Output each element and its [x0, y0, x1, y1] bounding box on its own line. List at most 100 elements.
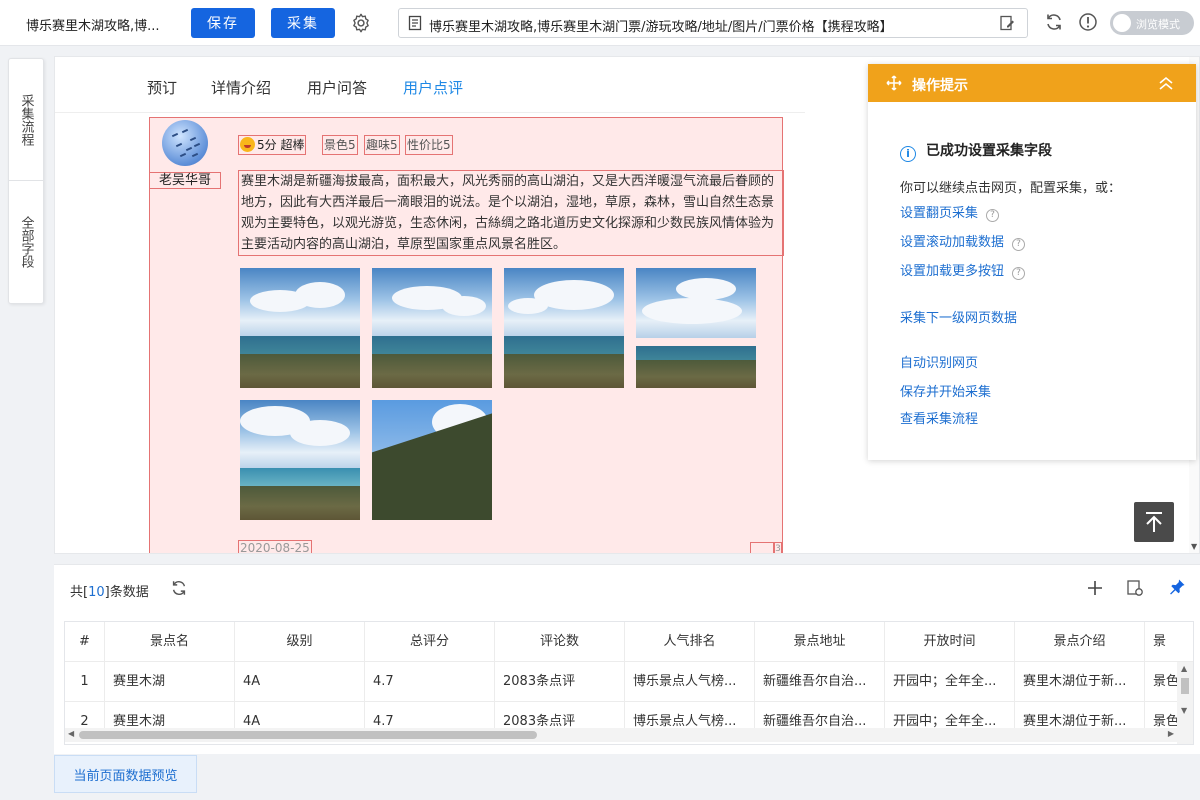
tab-details[interactable]: 详情介绍 [211, 77, 271, 98]
scrollbar-thumb[interactable] [1181, 678, 1189, 694]
column-header[interactable]: 开放时间 [885, 622, 1015, 662]
link-save-start[interactable]: 保存并开始采集 [900, 381, 991, 400]
link-load-more: 设置加载更多按钮? [900, 260, 1026, 280]
scroll-down-arrow-icon[interactable]: ▼ [1191, 542, 1197, 551]
review-item[interactable]: 老吴华哥 5分 超棒 景色5 趣味5 性价比5 赛里木湖是新疆海拔最高，面积最大… [149, 117, 784, 554]
like-icon[interactable] [750, 542, 774, 553]
gear-icon[interactable] [350, 12, 372, 34]
link-load-more-label[interactable]: 设置加载更多按钮 [900, 264, 1004, 279]
tip-panel: 操作提示 i 已成功设置采集字段 你可以继续点击网页，配置采集，或： 设置翻页采集… [868, 64, 1196, 460]
table-cell: 2083条点评 [495, 662, 625, 702]
refresh-data-icon[interactable] [170, 579, 188, 597]
edit-url-icon[interactable] [999, 15, 1015, 31]
scroll-left-arrow-icon[interactable]: ◀ [68, 729, 74, 738]
link-pagination-label[interactable]: 设置翻页采集 [900, 206, 978, 221]
scrollbar-thumb[interactable] [79, 731, 537, 739]
sidebar-item-workflow[interactable]: 采集流程 [9, 59, 43, 181]
tip-heading: i 已成功设置采集字段 [900, 140, 1052, 162]
review-date: 2020-08-25 [238, 540, 312, 554]
tab-reviews[interactable]: 用户点评 [403, 77, 463, 98]
data-table: # 景点名 级别 总评分 评论数 人气排名 景点地址 开放时间 景点介绍 景 1… [64, 621, 1194, 745]
document-icon [408, 15, 422, 31]
link-auto-detect[interactable]: 自动识别网页 [900, 352, 978, 371]
column-header[interactable]: 景点介绍 [1015, 622, 1145, 662]
column-header[interactable]: 总评分 [365, 622, 495, 662]
tab-current-page-preview[interactable]: 当前页面数据预览 [54, 755, 197, 793]
column-header[interactable]: 景 [1145, 622, 1193, 662]
scroll-right-arrow-icon[interactable]: ▶ [1168, 729, 1174, 738]
field-settings-icon[interactable] [1126, 579, 1144, 597]
review-text[interactable]: 赛里木湖是新疆海拔最高，面积最大，风光秀丽的高山湖泊，又是大西洋暖湿气流最后眷顾… [238, 170, 784, 256]
value-tag: 性价比5 [405, 135, 453, 155]
refresh-icon[interactable] [1044, 12, 1064, 32]
browse-mode-toggle[interactable]: 浏览模式 [1110, 11, 1194, 35]
move-icon[interactable] [886, 75, 902, 91]
review-photo[interactable] [372, 268, 492, 388]
top-toolbar: 博乐赛里木湖攻略,博... 保存 采集 博乐赛里木湖攻略,博乐赛里木湖门票/游玩… [0, 0, 1200, 46]
info-circle-icon: i [900, 146, 916, 162]
link-view-workflow[interactable]: 查看采集流程 [900, 408, 978, 427]
task-title[interactable]: 博乐赛里木湖攻略,博... [26, 15, 176, 34]
save-button[interactable]: 保存 [191, 8, 255, 38]
scroll-down-arrow-icon[interactable]: ▼ [1181, 706, 1187, 715]
table-cell: 新疆维吾尔自治... [755, 662, 885, 702]
scroll-up-arrow-icon[interactable]: ▲ [1181, 664, 1187, 673]
column-header[interactable]: 人气排名 [625, 622, 755, 662]
score-tag-text: 5分 超棒 [257, 138, 305, 152]
sidebar-item-all-fields[interactable]: 全部字段 [9, 181, 43, 303]
collapse-icon[interactable] [1158, 76, 1174, 90]
tip-header[interactable]: 操作提示 [868, 64, 1196, 102]
page-tabs: 预订 详情介绍 用户问答 用户点评 [55, 57, 805, 113]
table-row[interactable]: 1 赛里木湖 4A 4.7 2083条点评 博乐景点人气榜... 新疆维吾尔自治… [65, 662, 1193, 702]
fun-tag: 趣味5 [364, 135, 400, 155]
table-cell: 开园中；全年全... [885, 662, 1015, 702]
table-cell: 1 [65, 662, 105, 702]
tab-booking[interactable]: 预订 [147, 77, 177, 98]
review-photo[interactable] [240, 268, 360, 388]
data-count-suffix: ]条数据 [104, 585, 149, 600]
column-header[interactable]: 景点地址 [755, 622, 885, 662]
column-header[interactable]: 评论数 [495, 622, 625, 662]
link-pagination: 设置翻页采集? [900, 202, 1000, 222]
url-text: 博乐赛里木湖攻略,博乐赛里木湖门票/游玩攻略/地址/图片/门票价格【携程攻略】 [429, 20, 893, 35]
table-cell: 博乐景点人气榜... [625, 662, 755, 702]
help-icon[interactable]: ? [1012, 267, 1026, 280]
smile-emoji-icon [240, 137, 255, 152]
review-photo[interactable] [636, 268, 756, 388]
collect-button[interactable]: 采集 [271, 8, 335, 38]
tip-title: 操作提示 [912, 78, 968, 94]
sidebar: 采集流程 全部字段 [8, 58, 44, 304]
help-icon[interactable]: ? [986, 209, 1000, 222]
tip-subtext: 你可以继续点击网页，配置采集，或： [900, 181, 1122, 196]
score-tag: 5分 超棒 [238, 135, 307, 155]
review-photo[interactable] [240, 400, 360, 520]
table-header-row: # 景点名 级别 总评分 评论数 人气排名 景点地址 开放时间 景点介绍 景 [65, 622, 1193, 662]
table-cell: 赛里木湖 [105, 662, 235, 702]
column-header[interactable]: 级别 [235, 622, 365, 662]
like-count: 3 [774, 542, 782, 554]
tip-heading-text: 已成功设置采集字段 [926, 143, 1052, 159]
toggle-knob [1113, 14, 1131, 32]
pin-icon[interactable] [1168, 578, 1186, 596]
url-bar[interactable]: 博乐赛里木湖攻略,博乐赛里木湖门票/游玩攻略/地址/图片/门票价格【携程攻略】 [398, 8, 1028, 38]
review-username[interactable]: 老吴华哥 [149, 172, 221, 189]
help-icon[interactable]: ? [1012, 238, 1026, 251]
review-photo[interactable] [372, 400, 492, 520]
back-to-top-icon[interactable] [1134, 502, 1174, 542]
table-cell: 4.7 [365, 662, 495, 702]
table-horizontal-scrollbar[interactable]: ◀ ▶ [65, 728, 1177, 742]
scenery-tag: 景色5 [322, 135, 358, 155]
table-cell: 4A [235, 662, 365, 702]
tab-qa[interactable]: 用户问答 [307, 77, 367, 98]
table-cell: 赛里木湖位于新... [1015, 662, 1145, 702]
avatar[interactable] [162, 120, 208, 166]
add-field-icon[interactable] [1086, 579, 1104, 597]
link-scroll-load-label[interactable]: 设置滚动加载数据 [900, 235, 1004, 250]
column-header[interactable]: 景点名 [105, 622, 235, 662]
data-panel: 共[10]条数据 # 景点名 级别 总评分 评论数 人气排名 景点地址 开放时间… [54, 564, 1200, 754]
link-next-level[interactable]: 采集下一级网页数据 [900, 307, 1017, 326]
column-header[interactable]: # [65, 622, 105, 662]
review-photo[interactable] [504, 268, 624, 388]
table-vertical-scrollbar[interactable]: ▲ ▼ [1177, 662, 1193, 744]
info-icon[interactable] [1078, 12, 1098, 32]
